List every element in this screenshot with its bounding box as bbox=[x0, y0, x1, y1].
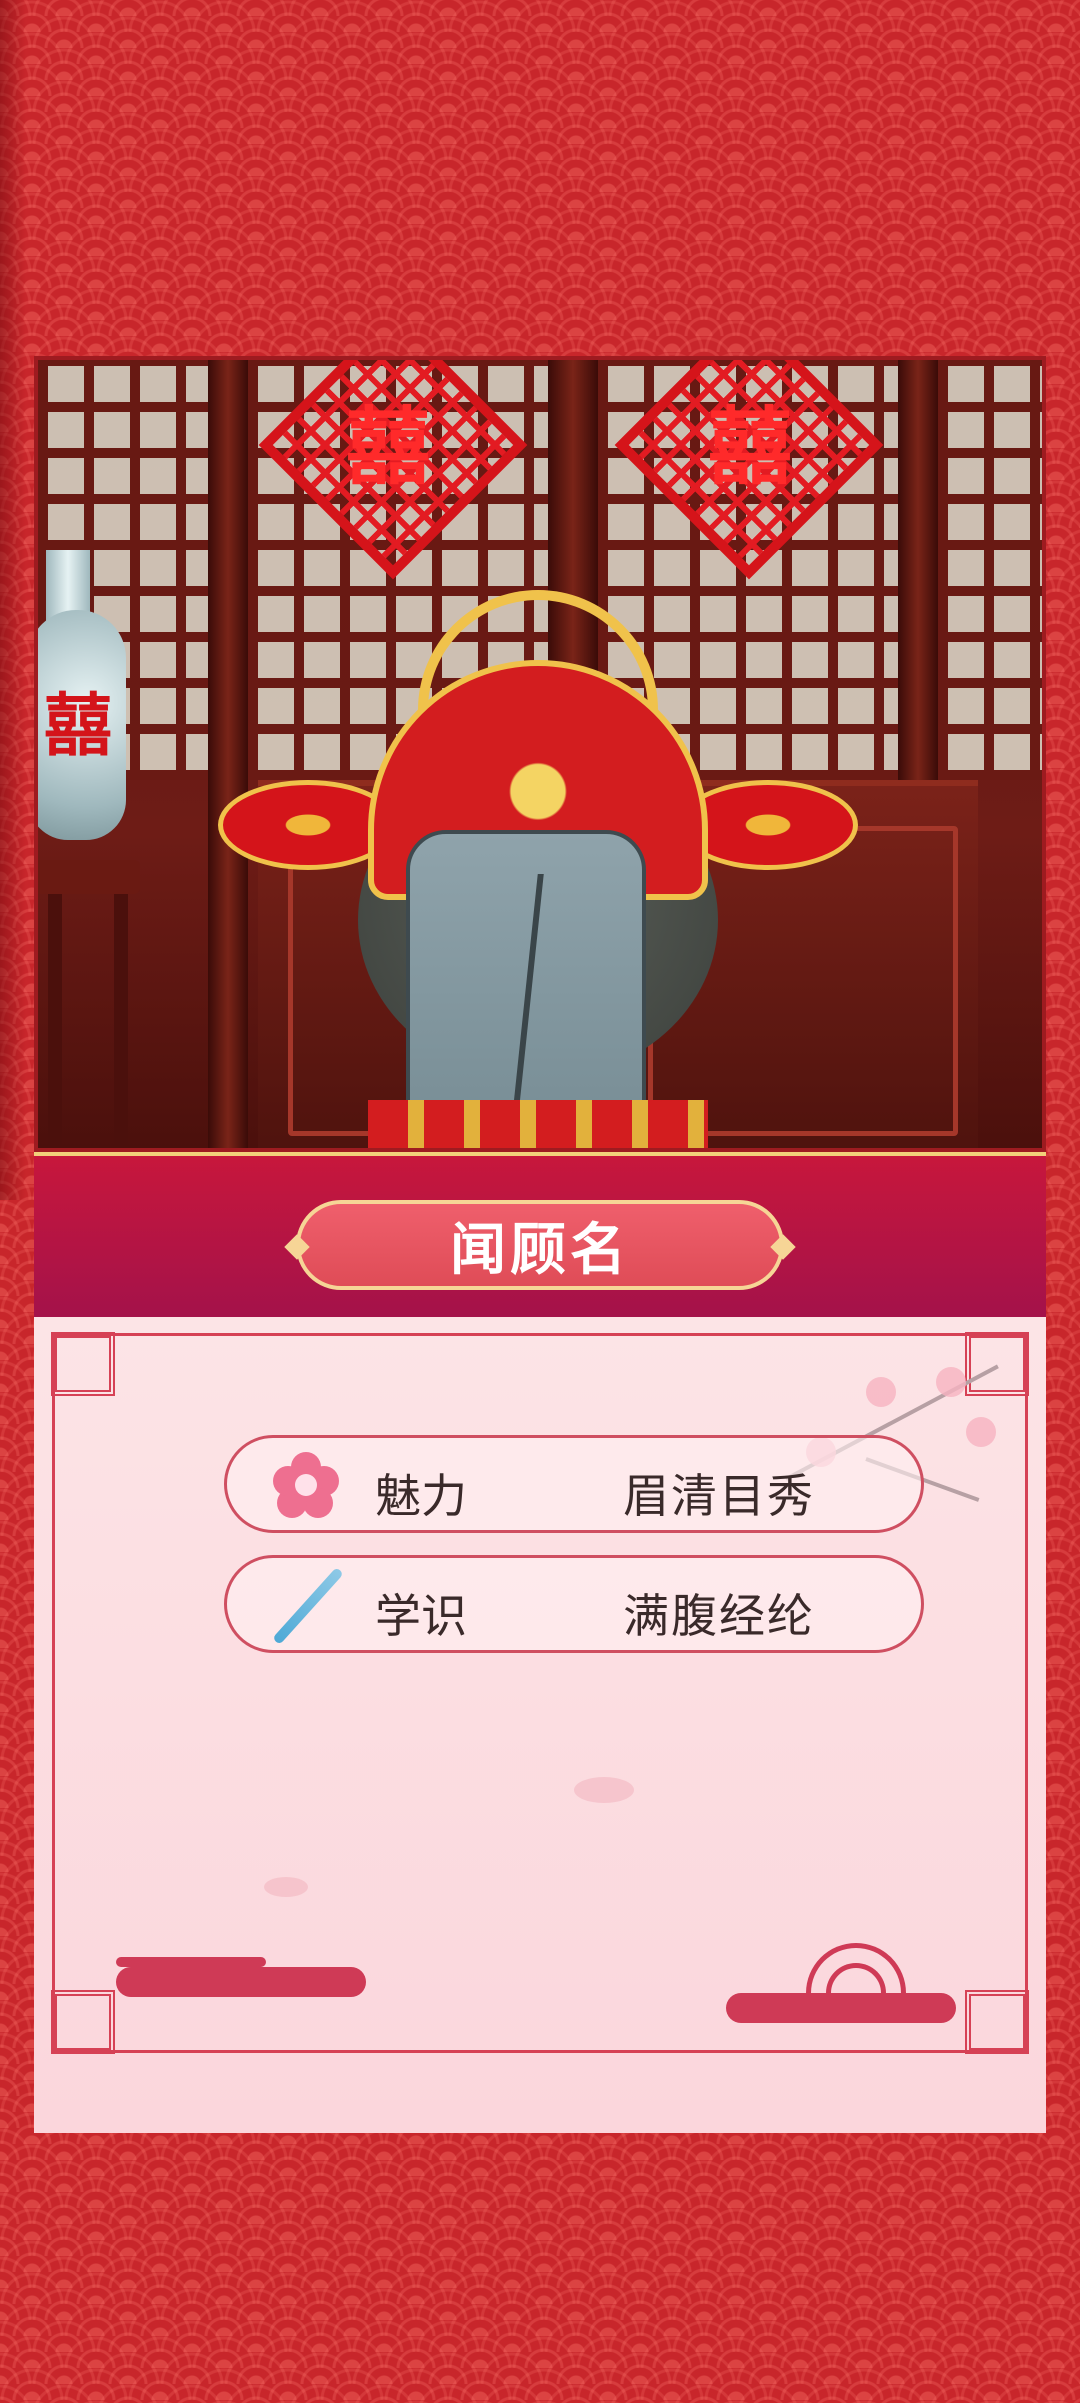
porcelain-vase: 囍 bbox=[38, 550, 128, 880]
attribute-label: 学识 bbox=[375, 1589, 467, 1643]
corner-ornament bbox=[51, 1332, 115, 1396]
plum-blossom-icon bbox=[273, 1452, 339, 1518]
groom-character bbox=[218, 450, 858, 1148]
character-portrait: 囍 囍 囍 bbox=[34, 356, 1046, 1152]
scroll-ornament bbox=[116, 1957, 266, 1967]
vase-double-happiness: 囍 bbox=[44, 687, 113, 766]
corner-ornament bbox=[51, 1990, 115, 2054]
falling-petal bbox=[574, 1777, 634, 1803]
edge-shadow bbox=[0, 0, 26, 1200]
vase-stand bbox=[38, 860, 140, 1148]
attribute-label: 魅力 bbox=[375, 1469, 467, 1523]
scroll-ornament bbox=[116, 1967, 366, 1997]
attribute-value: 眉清目秀 bbox=[623, 1469, 815, 1523]
name-plate: 闻顾名 bbox=[284, 1200, 796, 1290]
attribute-row-knowledge: 学识 满腹经纶 bbox=[224, 1555, 924, 1653]
scroll-ornament bbox=[726, 1993, 956, 2023]
window-lattice-right bbox=[938, 360, 1042, 780]
corner-ornament bbox=[965, 1990, 1029, 2054]
brush-icon bbox=[267, 1562, 347, 1648]
falling-petal bbox=[264, 1877, 308, 1897]
attribute-value: 满腹经纶 bbox=[623, 1589, 815, 1643]
character-name: 闻顾名 bbox=[450, 1217, 630, 1283]
red-robe bbox=[368, 1100, 708, 1148]
attribute-card: 魅力 眉清目秀 学识 满腹经纶 bbox=[34, 1317, 1046, 2133]
attribute-row-charm: 魅力 眉清目秀 bbox=[224, 1435, 924, 1533]
